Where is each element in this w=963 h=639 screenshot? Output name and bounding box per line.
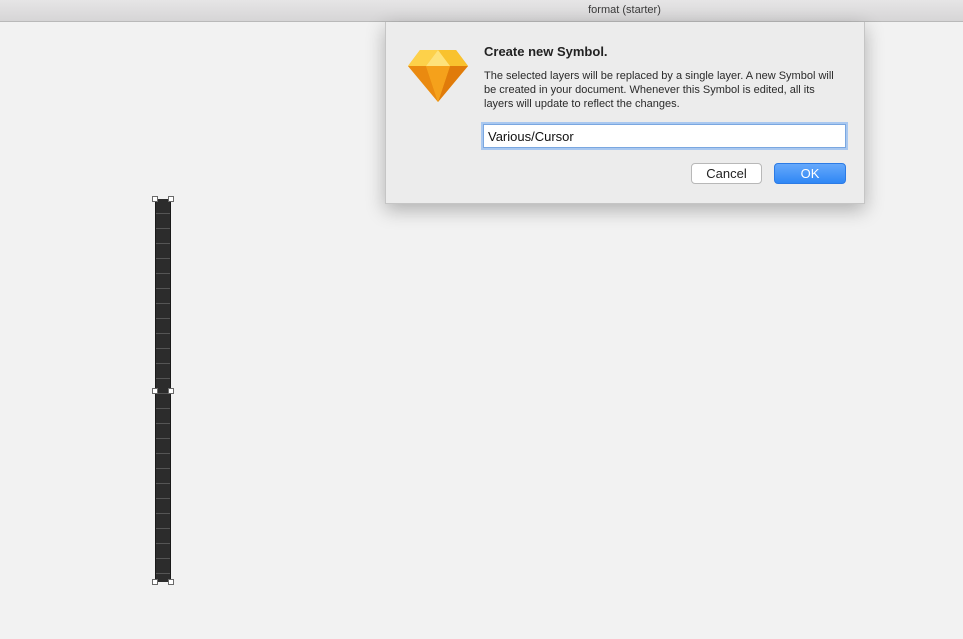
symbol-name-input[interactable]	[483, 124, 846, 148]
cancel-button[interactable]: Cancel	[691, 163, 762, 184]
resize-handle-middle-left[interactable]	[152, 388, 158, 394]
resize-handle-top-right[interactable]	[168, 196, 174, 202]
sketch-diamond-icon	[408, 50, 468, 102]
resize-handle-bottom-right[interactable]	[168, 579, 174, 585]
ok-button[interactable]: OK	[774, 163, 846, 184]
resize-handle-top-left[interactable]	[152, 196, 158, 202]
dialog-message: The selected layers will be replaced by …	[484, 70, 834, 110]
dialog-title: Create new Symbol.	[484, 44, 608, 59]
resize-handle-bottom-left[interactable]	[152, 579, 158, 585]
resize-handle-middle-right[interactable]	[168, 388, 174, 394]
window-title: format (starter)	[588, 4, 661, 16]
create-symbol-dialog: Create new Symbol. The selected layers w…	[385, 22, 865, 204]
window-titlebar[interactable]: format (starter)	[0, 0, 963, 22]
